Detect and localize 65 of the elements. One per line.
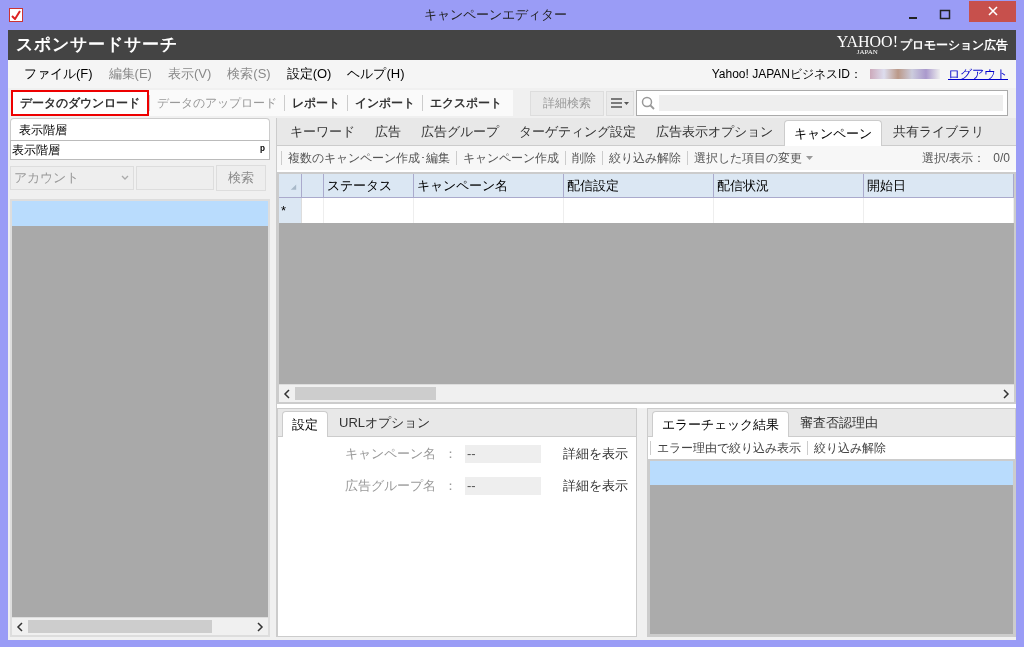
panel-title: 表示階層 — [12, 142, 61, 159]
close-button[interactable] — [969, 0, 1016, 22]
app-icon — [9, 8, 23, 22]
field-separator: ： — [443, 445, 458, 464]
tab[interactable]: 広告 — [366, 119, 410, 145]
search-icon — [641, 96, 655, 110]
tab[interactable]: 共有ライブラリ — [884, 119, 993, 145]
tab[interactable]: キーワード — [281, 119, 364, 145]
toolbar-tab[interactable]: インポート — [348, 90, 422, 116]
field-label: キャンペーン名 — [344, 445, 436, 464]
show-details-link[interactable]: 詳細を表示 — [563, 476, 628, 496]
tab[interactable]: ターゲティング設定 — [510, 119, 645, 145]
show-details-link[interactable]: 詳細を表示 — [563, 444, 628, 464]
logo-text: YAHOO! — [836, 34, 898, 49]
tab[interactable]: キャンペーン — [784, 120, 882, 146]
field-value: -- — [465, 477, 541, 495]
field-value: -- — [465, 445, 541, 463]
tab[interactable]: 設定 — [282, 411, 328, 437]
tab[interactable]: 審査否認理由 — [791, 410, 887, 436]
toolbar-tab[interactable]: レポート — [285, 90, 347, 116]
column-header[interactable]: 配信設定 — [564, 174, 714, 197]
column-header[interactable]: 開始日 — [864, 174, 1014, 197]
panel-tab[interactable]: 表示階層 — [10, 118, 270, 140]
column-header[interactable]: キャンペーン名 — [414, 174, 564, 197]
list-menu-button[interactable] — [606, 90, 634, 116]
toolbar-action[interactable]: 削除 — [566, 149, 602, 167]
redacted-id — [870, 69, 940, 79]
horizontal-scrollbar[interactable] — [12, 617, 268, 635]
field-separator: ： — [443, 477, 458, 496]
tab[interactable]: エラーチェック結果 — [652, 411, 789, 437]
toolbar-tab[interactable]: データのダウンロード — [11, 90, 149, 116]
menu-item[interactable]: ヘルプ(H) — [339, 64, 413, 84]
account-label: Yahoo! JAPANビジネスID： — [711, 66, 862, 83]
toolbar-action[interactable]: エラー理由で絞り込み表示 — [651, 439, 807, 457]
app-title: スポンサードサーチ — [16, 34, 178, 57]
horizontal-scrollbar[interactable] — [279, 384, 1014, 402]
toolbar-action[interactable]: 絞り込み解除 — [808, 439, 892, 457]
window-title: キャンペーンエディター — [422, 6, 568, 25]
dropdown-caret-icon — [806, 156, 813, 160]
logo-suffix: プロモーション広告 — [900, 37, 1008, 54]
toolbar-tab[interactable]: エクスポート — [423, 90, 509, 116]
field-label: 広告グループ名 — [344, 477, 436, 496]
toolbar-action[interactable]: 複数のキャンペーン作成･編集 — [282, 149, 456, 167]
menu-item[interactable]: ファイル(F) — [16, 64, 101, 84]
menu-item[interactable]: 設定(O) — [278, 64, 340, 84]
tab[interactable]: 広告グループ — [412, 119, 508, 145]
toolbar-action[interactable]: 選択した項目の変更 — [688, 149, 819, 167]
toolbar-action[interactable]: キャンペーン作成 — [457, 149, 565, 167]
pin-button[interactable]: ᵖ — [257, 141, 268, 159]
new-row-marker: * — [279, 198, 303, 223]
chevron-down-icon — [120, 174, 130, 182]
selection-count-label: 選択/表示： — [921, 150, 987, 167]
tab[interactable]: 広告表示オプション — [647, 119, 782, 145]
column-header[interactable]: ステータス — [324, 174, 414, 197]
toolbar-action[interactable]: 絞り込み解除 — [603, 149, 687, 167]
scrollbar-thumb[interactable] — [28, 620, 212, 633]
column-header[interactable]: 配信状況 — [714, 174, 864, 197]
list-menu-icon[interactable] — [611, 98, 629, 108]
search-field[interactable] — [636, 90, 1008, 116]
scrollbar-thumb[interactable] — [295, 387, 436, 400]
close-icon[interactable] — [987, 6, 998, 16]
maximize-icon[interactable] — [939, 9, 951, 21]
selection-count: 0/0 — [993, 150, 1011, 167]
logout-link[interactable]: ログアウト — [948, 65, 1008, 83]
tab[interactable]: URLオプション — [330, 410, 439, 436]
